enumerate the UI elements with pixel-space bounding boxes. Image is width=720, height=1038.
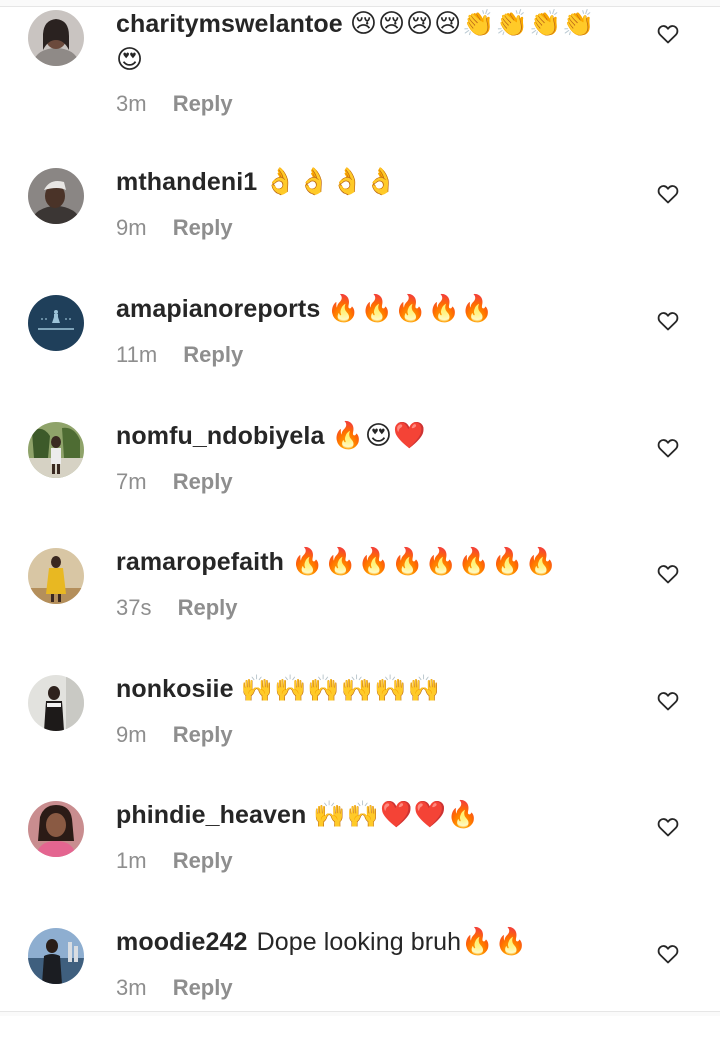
comment-username[interactable]: nonkosiie xyxy=(116,675,234,703)
woman-yellow-dress-avatar xyxy=(28,548,84,604)
comment-timestamp: 9m xyxy=(116,722,147,747)
comment-emoji: 🔥🔥🔥🔥🔥🔥🔥🔥 xyxy=(291,547,559,577)
comment-username[interactable]: phindie_heaven xyxy=(116,801,306,829)
comment-emoji: 👌👌👌👌 xyxy=(264,167,398,197)
reply-button[interactable]: Reply xyxy=(173,215,233,240)
avatar[interactable] xyxy=(28,928,84,984)
like-heart-icon[interactable] xyxy=(656,815,680,839)
comment-emoji: 🔥🔥 xyxy=(461,927,528,957)
comment-timestamp: 9m xyxy=(116,215,147,240)
reply-button[interactable]: Reply xyxy=(173,848,233,873)
comment-emoji: 😢😢😢😢👏👏👏👏 xyxy=(349,9,596,39)
comment-username[interactable]: ramaropefaith xyxy=(116,548,284,576)
comment-username[interactable]: mthandeni1 xyxy=(116,168,257,196)
comment-timestamp: 7m xyxy=(116,469,147,494)
comment-username[interactable]: nomfu_ndobiyela xyxy=(116,422,324,450)
like-heart-icon[interactable] xyxy=(656,562,680,586)
woman-avatar-grey xyxy=(28,10,84,66)
comment-username[interactable]: charitymswelantoe xyxy=(116,10,343,38)
comment-item: phindie_heaven 🙌🙌❤️❤️🔥 1m Reply xyxy=(0,791,720,911)
comment-timestamp: 11m xyxy=(116,342,158,367)
like-heart-icon[interactable] xyxy=(656,309,680,333)
comment-timestamp: 1m xyxy=(116,848,147,873)
reply-button[interactable]: Reply xyxy=(173,91,233,116)
comment-item: nonkosiie 🙌🙌🙌🙌🙌🙌 9m Reply xyxy=(0,665,720,785)
comment-text: Dope looking bruh xyxy=(256,928,462,956)
man-avatar xyxy=(28,168,84,224)
amapiano-reports-logo xyxy=(28,295,84,351)
comment-emoji: 🙌🙌🙌🙌🙌🙌 xyxy=(240,674,441,704)
avatar[interactable] xyxy=(28,168,84,224)
comment-username[interactable]: amapianoreports xyxy=(116,295,320,323)
comment-emoji: 🔥🔥🔥🔥🔥 xyxy=(327,294,495,324)
avatar[interactable] xyxy=(28,295,84,351)
comment-item: charitymswelantoe 😢😢😢😢👏👏👏👏 😍 3m Reply xyxy=(0,0,720,120)
comment-emoji-line2: 😍 xyxy=(116,45,145,75)
like-heart-icon[interactable] xyxy=(656,942,680,966)
woman-indoor-avatar xyxy=(28,675,84,731)
comment-item: mthandeni1 👌👌👌👌 9m Reply xyxy=(0,158,720,278)
reply-button[interactable]: Reply xyxy=(173,975,233,1000)
reply-button[interactable]: Reply xyxy=(173,469,233,494)
bottom-divider xyxy=(0,1011,720,1016)
reply-button[interactable]: Reply xyxy=(178,595,238,620)
reply-button[interactable]: Reply xyxy=(173,722,233,747)
comment-timestamp: 3m xyxy=(116,91,147,116)
comment-item: nomfu_ndobiyela 🔥😍❤️ 7m Reply xyxy=(0,412,720,532)
woman-outdoor-avatar xyxy=(28,422,84,478)
avatar[interactable] xyxy=(28,548,84,604)
avatar[interactable] xyxy=(28,422,84,478)
like-heart-icon[interactable] xyxy=(656,182,680,206)
woman-pink-avatar xyxy=(28,801,84,857)
avatar[interactable] xyxy=(28,675,84,731)
comment-item: amapianoreports 🔥🔥🔥🔥🔥 11m Reply xyxy=(0,285,720,405)
comment-emoji: 🔥😍❤️ xyxy=(331,421,427,451)
comment-item: ramaropefaith 🔥🔥🔥🔥🔥🔥🔥🔥 37s Reply xyxy=(0,538,720,658)
like-heart-icon[interactable] xyxy=(656,436,680,460)
man-waterfront-avatar xyxy=(28,928,84,984)
comment-item: moodie242 Dope looking bruh🔥🔥 3m Reply xyxy=(0,918,720,1038)
like-heart-icon[interactable] xyxy=(656,22,680,46)
like-heart-icon[interactable] xyxy=(656,689,680,713)
avatar[interactable] xyxy=(28,801,84,857)
avatar[interactable] xyxy=(28,10,84,66)
comment-username[interactable]: moodie242 xyxy=(116,928,248,956)
reply-button[interactable]: Reply xyxy=(183,342,243,367)
comment-emoji: 🙌🙌❤️❤️🔥 xyxy=(313,800,481,830)
comment-timestamp: 3m xyxy=(116,975,147,1000)
comment-timestamp: 37s xyxy=(116,595,152,620)
